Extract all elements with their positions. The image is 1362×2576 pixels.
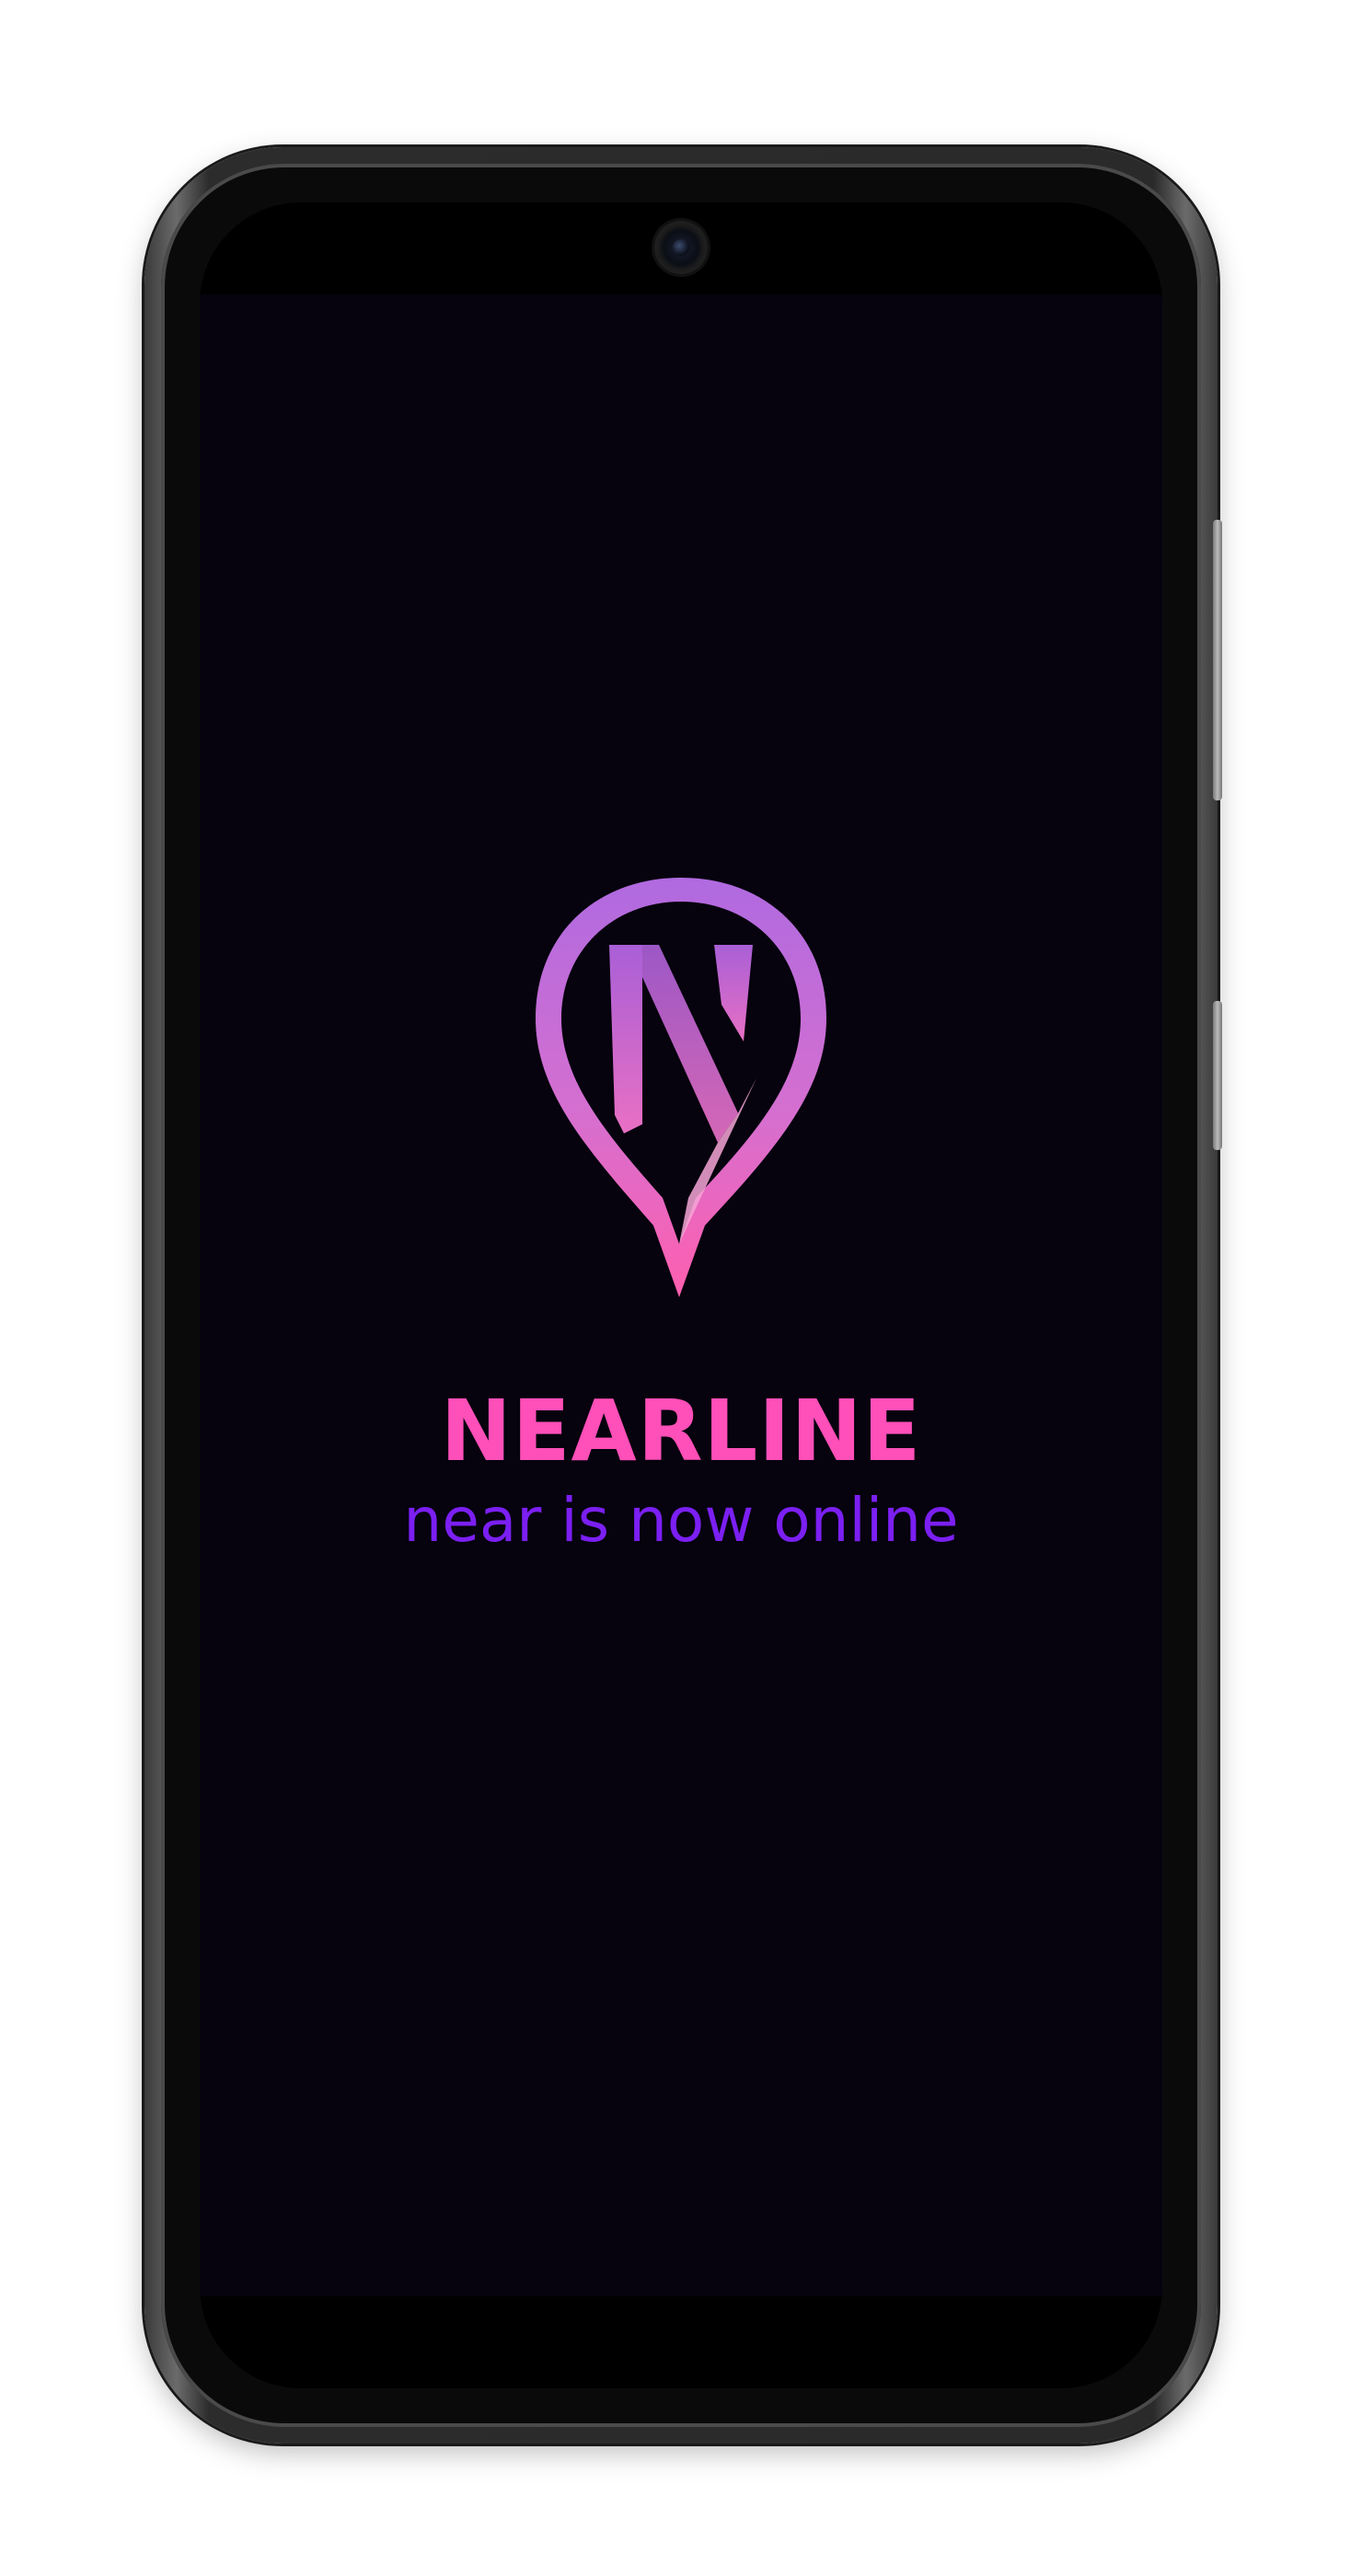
front-camera-icon (654, 221, 708, 274)
volume-button[interactable] (1213, 1001, 1222, 1150)
brand-name: NEARLINE (440, 1382, 922, 1480)
power-button[interactable] (1213, 520, 1222, 800)
tagline: near is now online (403, 1485, 959, 1556)
camera-lens (673, 239, 689, 256)
location-pin-n-logo-icon (536, 878, 826, 1297)
page: NEARLINE near is now online (0, 0, 1362, 2576)
